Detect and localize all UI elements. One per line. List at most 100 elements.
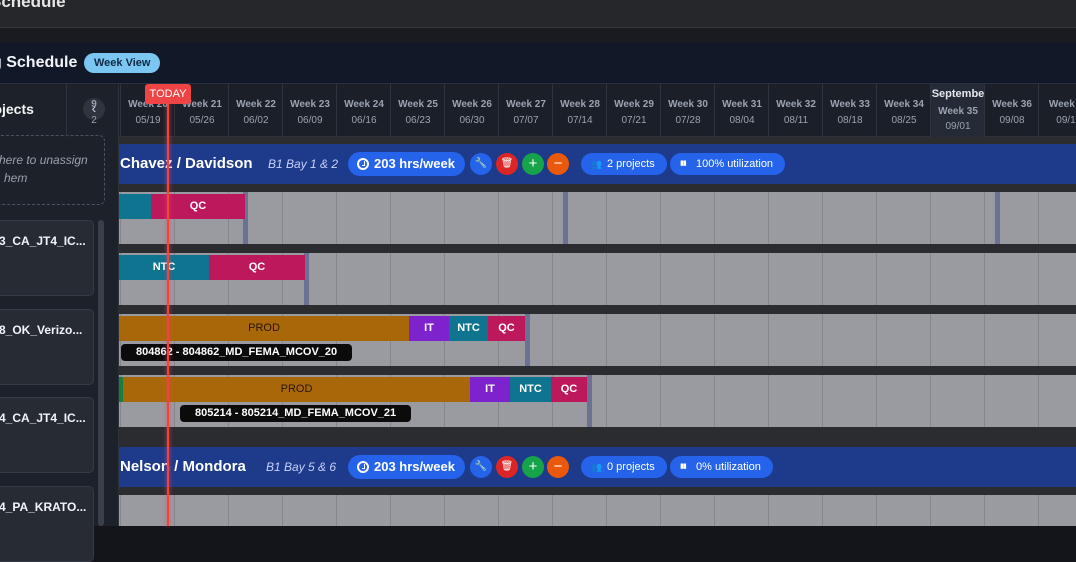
week-column-header: Week 31 08/04 [714,84,768,137]
minus-circle-icon[interactable]: − [547,456,569,478]
grid-cell-divider [930,495,931,526]
bay-projects-chip[interactable]: 👥 2 projects [581,153,667,175]
qc-phase-bar[interactable]: QC [209,255,305,280]
week-label: Week 34 [884,99,924,110]
dropzone-text-line2: hem [4,171,28,185]
week-column-header: Week 33 08/18 [822,84,876,137]
week-date: 08/11 [783,115,809,126]
bay-name: Chavez / Davidson [120,155,253,172]
ntc-phase-bar[interactable]: NTC [449,316,488,341]
grid-cell-divider [714,375,715,427]
grid-cell-divider [660,314,661,366]
it-phase-bar[interactable]: IT [470,377,510,402]
week-column-header: Week 3 09/1 [1038,84,1076,137]
qc-phase-bar[interactable]: QC [151,194,245,219]
prod-phase-bar[interactable]: PROD [123,377,470,402]
project-card[interactable]: 3_CA_JT4_IC... [0,220,94,296]
bay-location: B1 Bay 5 & 6 [266,460,337,474]
week-label: Week 27 [506,99,546,110]
wrench-icon[interactable]: 🔧 [470,456,492,478]
sidebar-heading: rojects [0,101,34,117]
week-date: 06/30 [459,115,485,126]
grid-cell-divider [390,495,391,526]
schedule-end-marker[interactable] [587,375,592,427]
week-date: 2 [91,115,97,126]
grid-cell-divider [714,192,715,244]
grid-cell-divider [552,495,553,526]
grid-cell-divider [606,192,607,244]
bay-utilization-chip[interactable]: ▮▮ 100% utilization [670,153,786,175]
grid-cell-divider [876,314,877,366]
week-label: Week 30 [668,99,708,110]
project-card[interactable]: 4_PA_KRATO... [0,486,94,562]
grid-cell-divider [1038,192,1039,244]
trash-icon[interactable]: 🗑 [496,456,518,478]
grid-cell-divider [174,495,175,526]
minus-circle-icon[interactable]: − [547,153,569,175]
sidebar-scrollbar[interactable] [98,220,104,526]
project-tag[interactable]: 805214 - 805214_MD_FEMA_MCOV_21 [180,405,412,422]
week-date: 07/21 [621,115,647,126]
bar-chart-icon: ▮▮ [680,463,687,470]
grid-cell-divider [606,375,607,427]
week-column-header: 92 [66,84,120,137]
grid-cell-divider [822,192,823,244]
grid-cell-divider [282,192,283,244]
grid-cell-divider [822,314,823,366]
grid-cell-divider [120,495,121,526]
week-label: 9 [91,99,97,110]
plus-circle-icon[interactable]: + [522,456,544,478]
ntc-phase-bar[interactable]: NTC [510,377,551,402]
prod-phase-bar[interactable]: PROD [119,316,409,341]
schedule-end-marker[interactable] [525,314,530,366]
today-line [167,94,169,526]
project-card[interactable]: 8_OK_Verizo... [0,309,94,385]
grid-cell-divider [768,495,769,526]
week-date: 07/14 [567,115,593,126]
bay-projects-chip[interactable]: 👥 0 projects [581,456,667,478]
week-date: 05/26 [189,115,215,126]
week-date: 06/23 [405,115,431,126]
bay-row [119,495,1076,526]
trash-icon[interactable]: 🗑 [496,153,518,175]
week-column-header: Week 32 08/11 [768,84,822,137]
schedule-end-marker[interactable] [995,192,1000,244]
week-label: Week 36 [992,99,1032,110]
it-phase-bar[interactable]: IT [409,316,449,341]
grid-cell-divider [444,192,445,244]
bay-row: NTC QC [119,253,1076,305]
ntc-phase-bar[interactable] [119,194,151,219]
grid-cell-divider [336,495,337,526]
project-card[interactable]: 4_CA_JT4_IC... [0,397,94,473]
week-date: 09/1 [1056,115,1076,126]
week-column-header: Week 24 06/16 [336,84,390,137]
schedule-end-marker[interactable] [563,192,568,244]
bay-utilization-chip[interactable]: ▮▮ 0% utilization [670,456,773,478]
bay-row: QC [119,192,1076,244]
project-card-label: 8_OK_Verizo... [0,323,83,337]
week-column-header: Week 34 08/25 [876,84,930,137]
qc-phase-bar[interactable]: QC [488,316,525,341]
week-label: Week 24 [344,99,384,110]
project-tag[interactable]: 804862 - 804862_MD_FEMA_MCOV_20 [121,344,353,361]
plus-circle-icon[interactable]: + [522,153,544,175]
week-column-header: Week 22 06/02 [228,84,282,137]
week-column-header: Week 23 06/09 [282,84,336,137]
week-view-toggle[interactable]: Week View [84,53,161,73]
week-column-header: Week 29 07/21 [606,84,660,137]
bay-header: Chavez / Davidson B1 Bay 1 & 2 203 hrs/wee… [119,144,1076,184]
week-column-header: Week 26 06/30 [444,84,498,137]
ntc-phase-bar[interactable]: NTC [119,255,209,280]
grid-cell-divider [876,375,877,427]
week-label: Week 29 [614,99,654,110]
qc-phase-bar[interactable]: QC [551,377,587,402]
week-label: Week 25 [398,99,438,110]
week-date: 06/16 [351,115,377,126]
unassign-dropzone[interactable]: here to unassign hem [0,135,105,205]
wrench-icon[interactable]: 🔧 [470,153,492,175]
week-date: 07/07 [513,115,539,126]
grid-cell-divider [228,495,229,526]
project-card-label: 4_CA_JT4_IC... [0,411,86,425]
unassigned-projects-sidebar: rojects ‹ here to unassign hem 3_CA_JT4_… [0,84,119,562]
week-column-header: Week 36 09/08 [984,84,1038,137]
